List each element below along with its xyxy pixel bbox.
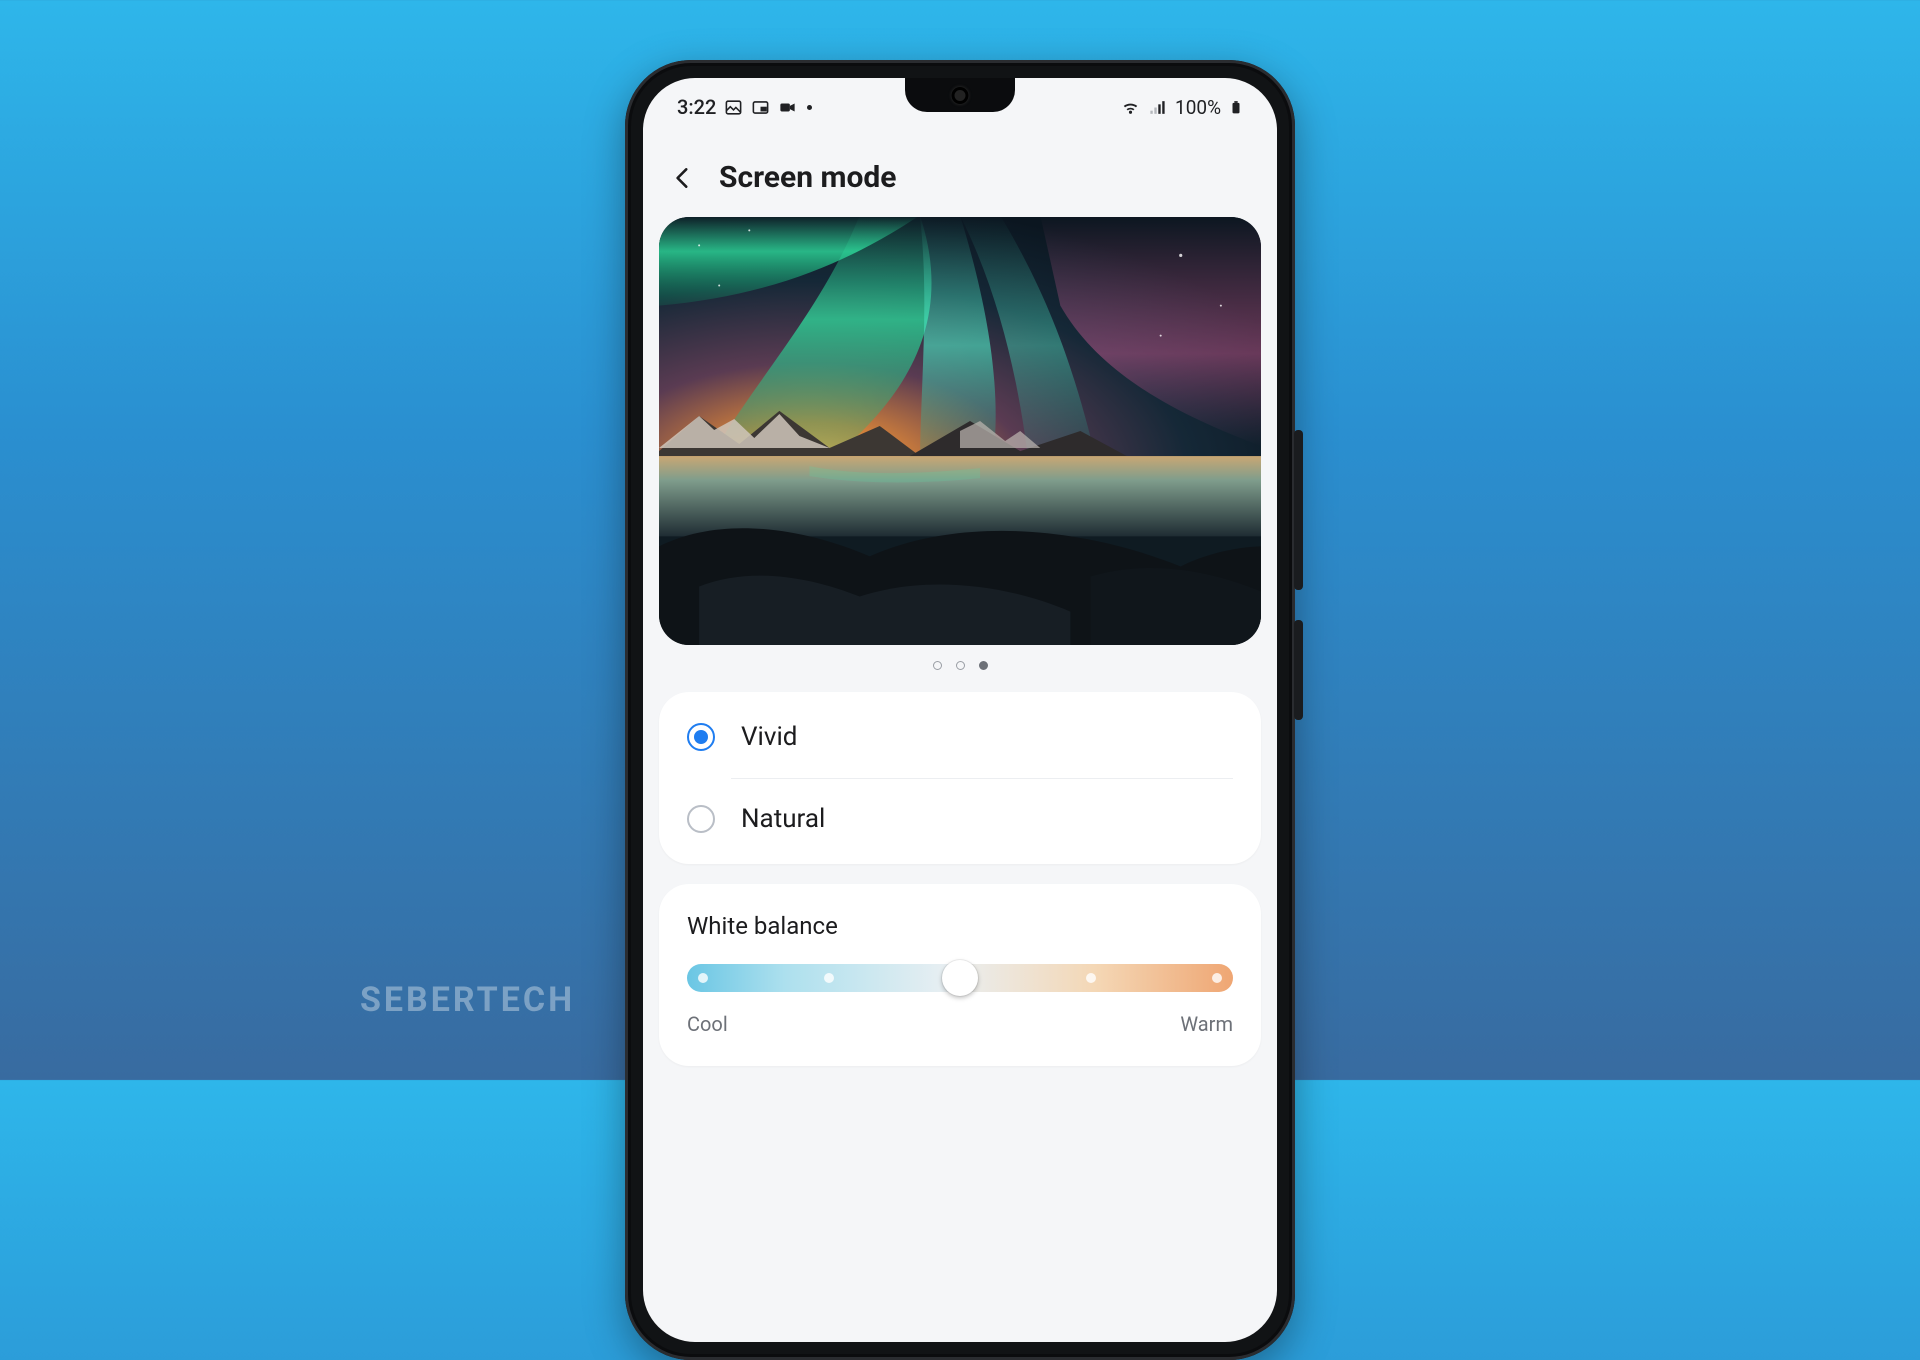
option-vivid-label: Vivid — [741, 722, 797, 752]
wb-warm-label: Warm — [1180, 1012, 1233, 1036]
pager-dot-0[interactable] — [933, 661, 942, 670]
power-button — [1294, 620, 1303, 720]
radio-natural[interactable] — [687, 805, 715, 833]
front-camera — [952, 87, 969, 104]
clock: 3:22 — [677, 95, 716, 119]
screen: 3:22 100% Screen mode — [643, 78, 1277, 1342]
wb-cool-label: Cool — [687, 1012, 728, 1036]
mode-card: Vivid Natural — [659, 692, 1261, 864]
battery-percent: 100% — [1175, 96, 1221, 119]
option-vivid[interactable]: Vivid — [659, 696, 1261, 778]
pager-dot-1[interactable] — [956, 661, 965, 670]
pager-dot-2[interactable] — [979, 661, 988, 670]
watermark: SEBERTECH — [360, 980, 575, 1020]
phone-frame: 3:22 100% Screen mode — [625, 60, 1295, 1360]
battery-icon — [1229, 98, 1243, 117]
wifi-icon — [1121, 98, 1140, 117]
wb-tick-4 — [1212, 973, 1222, 983]
option-natural[interactable]: Natural — [659, 778, 1261, 860]
white-balance-title: White balance — [687, 912, 1233, 940]
page-title: Screen mode — [719, 160, 897, 195]
radio-vivid[interactable] — [687, 723, 715, 751]
more-dot-icon — [807, 105, 812, 110]
pager — [643, 661, 1277, 670]
image-icon — [724, 98, 743, 117]
preview-image[interactable] — [659, 217, 1261, 645]
signal-icon — [1148, 98, 1167, 117]
volume-button — [1294, 430, 1303, 590]
white-balance-handle[interactable] — [942, 960, 978, 996]
pip-icon — [751, 98, 770, 117]
option-natural-label: Natural — [741, 804, 825, 834]
wb-tick-3 — [1086, 973, 1096, 983]
chevron-left-icon — [670, 165, 696, 191]
white-balance-slider[interactable] — [687, 964, 1233, 992]
notch — [905, 78, 1015, 112]
back-button[interactable] — [669, 164, 697, 192]
header: Screen mode — [643, 130, 1277, 217]
wb-tick-0 — [698, 973, 708, 983]
video-icon — [778, 98, 797, 117]
white-balance-card: White balance Cool Warm — [659, 884, 1261, 1066]
white-balance-labels: Cool Warm — [687, 1012, 1233, 1036]
wb-tick-1 — [824, 973, 834, 983]
